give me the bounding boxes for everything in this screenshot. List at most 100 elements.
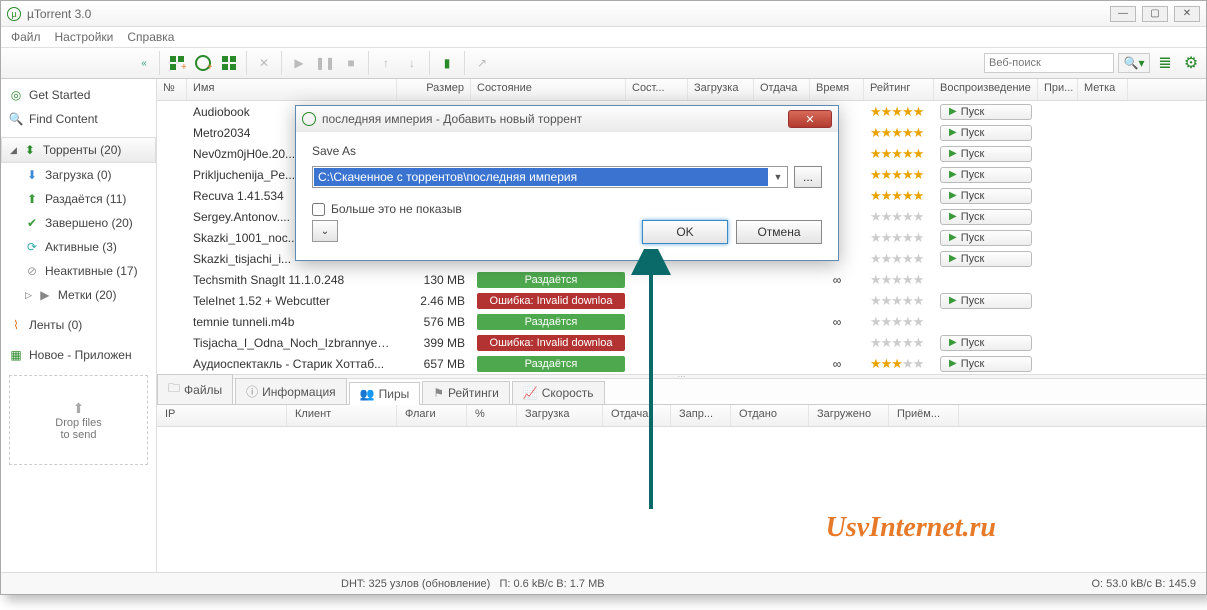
col-client[interactable]: Клиент	[287, 405, 397, 426]
col-label[interactable]: Метка	[1078, 79, 1128, 100]
start-icon[interactable]: ▶	[287, 51, 311, 75]
collapse-sidebar-icon[interactable]: «	[133, 52, 155, 74]
col-sent[interactable]: Отдано	[731, 405, 809, 426]
tab-files[interactable]: 🗀Файлы	[157, 374, 233, 404]
add-torrent-icon[interactable]: +	[165, 51, 189, 75]
play-button[interactable]: ▶Пуск	[940, 335, 1032, 351]
sidebar-find-content[interactable]: 🔍Find Content	[1, 107, 156, 131]
col-no[interactable]: №	[157, 79, 187, 100]
torrent-row[interactable]: TeleInet 1.52 + Webcutter2.46 MBОшибка: …	[157, 290, 1206, 311]
play-button[interactable]: ▶Пуск	[940, 104, 1032, 120]
menu-settings[interactable]: Настройки	[55, 30, 114, 44]
torrent-row[interactable]: Аудиоспектакль - Старик Хоттаб...657 MBР…	[157, 353, 1206, 374]
maximize-button[interactable]: ▢	[1142, 6, 1168, 22]
dropdown-arrow-icon[interactable]: ▼	[769, 172, 787, 182]
dont-show-checkbox[interactable]: Больше это не показыв	[312, 202, 822, 216]
play-button[interactable]: ▶Пуск	[940, 188, 1032, 204]
col-recv[interactable]: Загружено	[809, 405, 889, 426]
col-rating[interactable]: Рейтинг	[864, 79, 934, 100]
col-sost[interactable]: Сост...	[626, 79, 688, 100]
create-torrent-icon[interactable]	[217, 51, 241, 75]
play-button[interactable]: ▶Пуск	[940, 251, 1032, 267]
sidebar-labels[interactable]: ▷▶Метки (20)	[1, 283, 156, 307]
col-pri[interactable]: При...	[1038, 79, 1078, 100]
sidebar-get-started[interactable]: ◎Get Started	[1, 83, 156, 107]
col-play[interactable]: Воспроизведение	[934, 79, 1038, 100]
col-rx[interactable]: Приём...	[889, 405, 959, 426]
play-button[interactable]: ▶Пуск	[940, 209, 1032, 225]
tab-ratings[interactable]: ⚑Рейтинги	[422, 381, 510, 404]
statusbar: DHT: 325 узлов (обновление) П: 0.6 kB/с …	[1, 572, 1206, 594]
sidebar-completed[interactable]: ✔Завершено (20)	[1, 211, 156, 235]
expand-button[interactable]: ⌄	[312, 220, 338, 242]
tab-peers[interactable]: 👥Пиры	[349, 382, 421, 405]
move-up-icon[interactable]: ↑	[374, 51, 398, 75]
browse-button[interactable]: ...	[794, 166, 822, 188]
play-button[interactable]: ▶Пуск	[940, 125, 1032, 141]
upload-icon: ⬆	[25, 192, 39, 206]
label-icon: ▶	[38, 288, 52, 302]
col-time[interactable]: Время	[810, 79, 864, 100]
sidebar-torrents[interactable]: ◢⬍Торренты (20)	[1, 137, 156, 163]
play-button[interactable]: ▶Пуск	[940, 167, 1032, 183]
sidebar-downloading[interactable]: ⬇Загрузка (0)	[1, 163, 156, 187]
play-button[interactable]: ▶Пуск	[940, 146, 1032, 162]
sidebar-inactive[interactable]: ⊘Неактивные (17)	[1, 259, 156, 283]
cancel-button[interactable]: Отмена	[736, 220, 822, 244]
dialog-logo-icon	[302, 112, 316, 126]
col-req[interactable]: Запр...	[671, 405, 731, 426]
menu-file[interactable]: Файл	[11, 30, 41, 44]
torrent-row[interactable]: Techsmith SnagIt 11.1.0.248130 MBРаздаёт…	[157, 269, 1206, 290]
remove-icon[interactable]: ✕	[252, 51, 276, 75]
move-down-icon[interactable]: ↓	[400, 51, 424, 75]
play-button[interactable]: ▶Пуск	[940, 356, 1032, 372]
peer-list	[157, 427, 1206, 572]
search-input[interactable]	[984, 53, 1114, 73]
sidebar-active[interactable]: ⟳Активные (3)	[1, 235, 156, 259]
col-dl2[interactable]: Загрузка	[517, 405, 603, 426]
check-icon: ✔	[25, 216, 39, 230]
path-combobox[interactable]: C:\Скаченное с торрентов\последняя импер…	[312, 166, 788, 188]
minimize-button[interactable]: —	[1110, 6, 1136, 22]
menubar: Файл Настройки Справка	[1, 27, 1206, 47]
dont-show-input[interactable]	[312, 203, 325, 216]
play-button[interactable]: ▶Пуск	[940, 293, 1032, 309]
col-ip[interactable]: IP	[157, 405, 287, 426]
active-icon: ⟳	[25, 240, 39, 254]
torrent-row[interactable]: Tisjacha_I_Odna_Noch_Izbrannye_...399 MB…	[157, 332, 1206, 353]
upload-arrow-icon: ⬆	[73, 400, 85, 417]
toolbar: « + + ✕ ▶ ❚❚ ■ ↑ ↓ ▮ ↗ 🔍▾ ≣ ⚙	[1, 47, 1206, 79]
main-window: µ µTorrent 3.0 — ▢ ✕ Файл Настройки Спра…	[0, 0, 1207, 595]
stop-icon[interactable]: ■	[339, 51, 363, 75]
sidebar-new-apps[interactable]: ▦Новое - Приложен	[1, 343, 156, 367]
col-ul[interactable]: Отдача	[754, 79, 810, 100]
add-url-icon[interactable]: +	[191, 51, 215, 75]
ok-button[interactable]: OK	[642, 220, 728, 244]
share-icon[interactable]: ↗	[470, 51, 494, 75]
play-button[interactable]: ▶Пуск	[940, 230, 1032, 246]
tab-info[interactable]: ⓘИнформация	[235, 378, 347, 404]
pause-icon[interactable]: ❚❚	[313, 51, 337, 75]
remote-icon[interactable]: ▮	[435, 51, 459, 75]
flag-icon: ⚑	[433, 386, 444, 400]
list-view-icon[interactable]: ≣	[1154, 52, 1176, 74]
col-name[interactable]: Имя	[187, 79, 397, 100]
sidebar-feeds[interactable]: ⌇Ленты (0)	[1, 313, 156, 337]
sidebar-seeding[interactable]: ⬆Раздаётся (11)	[1, 187, 156, 211]
col-pct[interactable]: %	[467, 405, 517, 426]
col-flags[interactable]: Флаги	[397, 405, 467, 426]
close-button[interactable]: ✕	[1174, 6, 1200, 22]
dialog-close-button[interactable]: ✕	[788, 110, 832, 128]
col-dl[interactable]: Загрузка	[688, 79, 754, 100]
settings-icon[interactable]: ⚙	[1180, 52, 1202, 74]
col-size[interactable]: Размер	[397, 79, 471, 100]
col-state[interactable]: Состояние	[471, 79, 626, 100]
menu-help[interactable]: Справка	[127, 30, 174, 44]
torrent-row[interactable]: temnie tunneli.m4b576 MBРаздаётся∞★★★★★	[157, 311, 1206, 332]
tab-speed[interactable]: 📈Скорость	[512, 381, 605, 404]
utorrent-logo-icon: µ	[7, 7, 21, 21]
col-ul2[interactable]: Отдача	[603, 405, 671, 426]
drop-zone[interactable]: ⬆ Drop files to send	[9, 375, 148, 465]
search-button[interactable]: 🔍▾	[1118, 53, 1150, 73]
dialog-title: последняя империя - Добавить новый торре…	[322, 112, 582, 126]
